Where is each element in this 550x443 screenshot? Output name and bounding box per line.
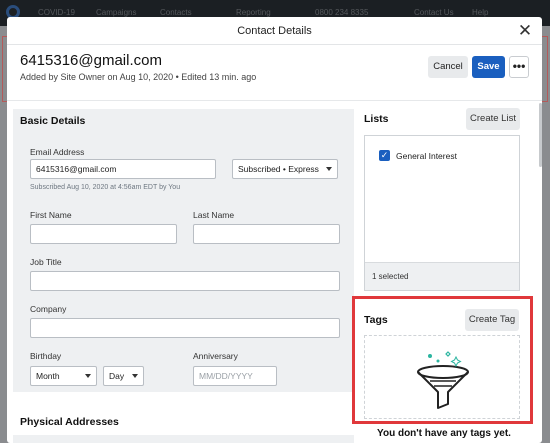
birthday-day-select[interactable]: Day xyxy=(103,366,144,386)
physical-addresses-title: Physical Addresses xyxy=(20,416,119,428)
basic-details-title: Basic Details xyxy=(20,115,86,127)
subscription-status-value: Subscribed • Express xyxy=(238,164,319,174)
first-name-label: First Name xyxy=(30,210,72,220)
header-divider xyxy=(7,100,542,101)
subscription-status-select[interactable]: Subscribed • Express xyxy=(232,159,338,179)
modal-title: Contact Details xyxy=(7,17,542,45)
cancel-button[interactable]: Cancel xyxy=(428,56,468,78)
company-label: Company xyxy=(30,304,67,314)
subscribed-note: Subscribed Aug 10, 2020 at 4:56am EDT by… xyxy=(30,184,181,191)
job-title-label: Job Title xyxy=(30,257,62,267)
checkbox-checked-icon[interactable]: ✓ xyxy=(379,150,390,161)
contact-details-modal: Contact Details ✕ 6415316@gmail.com Adde… xyxy=(7,17,542,443)
birthday-day-value: Day xyxy=(109,371,125,381)
first-name-field[interactable] xyxy=(30,224,177,244)
tags-empty-message: You don't have any tags yet. xyxy=(377,428,511,439)
birthday-month-select[interactable]: Month xyxy=(30,366,97,386)
last-name-label: Last Name xyxy=(193,210,235,220)
close-icon[interactable]: ✕ xyxy=(516,22,534,40)
bg-nav-item: Help xyxy=(472,8,489,17)
last-name-field[interactable] xyxy=(193,224,340,244)
email-field[interactable]: 6415316@gmail.com xyxy=(30,159,216,179)
funnel-icon xyxy=(417,351,469,409)
chevron-down-icon xyxy=(132,374,138,378)
basic-details-panel: Basic Details Email Address 6415316@gmai… xyxy=(13,109,354,392)
more-options-button[interactable]: ••• xyxy=(509,56,529,78)
tags-title: Tags xyxy=(364,314,388,326)
anniversary-label: Anniversary xyxy=(193,351,238,361)
contact-email-heading: 6415316@gmail.com xyxy=(20,52,162,69)
lists-title: Lists xyxy=(364,113,389,125)
save-button[interactable]: Save xyxy=(472,56,505,78)
lists-selected-count: 1 selected xyxy=(365,262,519,290)
chevron-down-icon xyxy=(85,374,91,378)
company-field[interactable] xyxy=(30,318,340,338)
bg-nav-item: 0800 234 8335 xyxy=(315,8,369,17)
tags-empty-panel xyxy=(364,335,520,419)
anniversary-field[interactable]: MM/DD/YYYY xyxy=(193,366,277,386)
bg-nav-item: Contacts xyxy=(160,8,192,17)
bg-nav-item: Reporting xyxy=(236,8,271,17)
lists-panel: ✓ General Interest 1 selected xyxy=(364,135,520,291)
job-title-field[interactable] xyxy=(30,271,340,291)
create-list-button[interactable]: Create List xyxy=(466,108,520,130)
list-item-label[interactable]: General Interest xyxy=(396,151,457,161)
physical-addresses-panel xyxy=(13,435,354,443)
bg-nav-item: COVID-19 xyxy=(38,8,75,17)
birthday-label: Birthday xyxy=(30,351,62,361)
bg-nav-item: Campaigns xyxy=(96,8,137,17)
contact-meta: Added by Site Owner on Aug 10, 2020 • Ed… xyxy=(20,72,257,82)
email-label: Email Address xyxy=(30,147,85,157)
chevron-down-icon xyxy=(326,167,332,171)
modal-scrollbar[interactable] xyxy=(539,103,542,167)
birthday-month-value: Month xyxy=(36,371,60,381)
create-tag-button[interactable]: Create Tag xyxy=(465,309,519,331)
bg-nav-item: Contact Us xyxy=(414,8,454,17)
